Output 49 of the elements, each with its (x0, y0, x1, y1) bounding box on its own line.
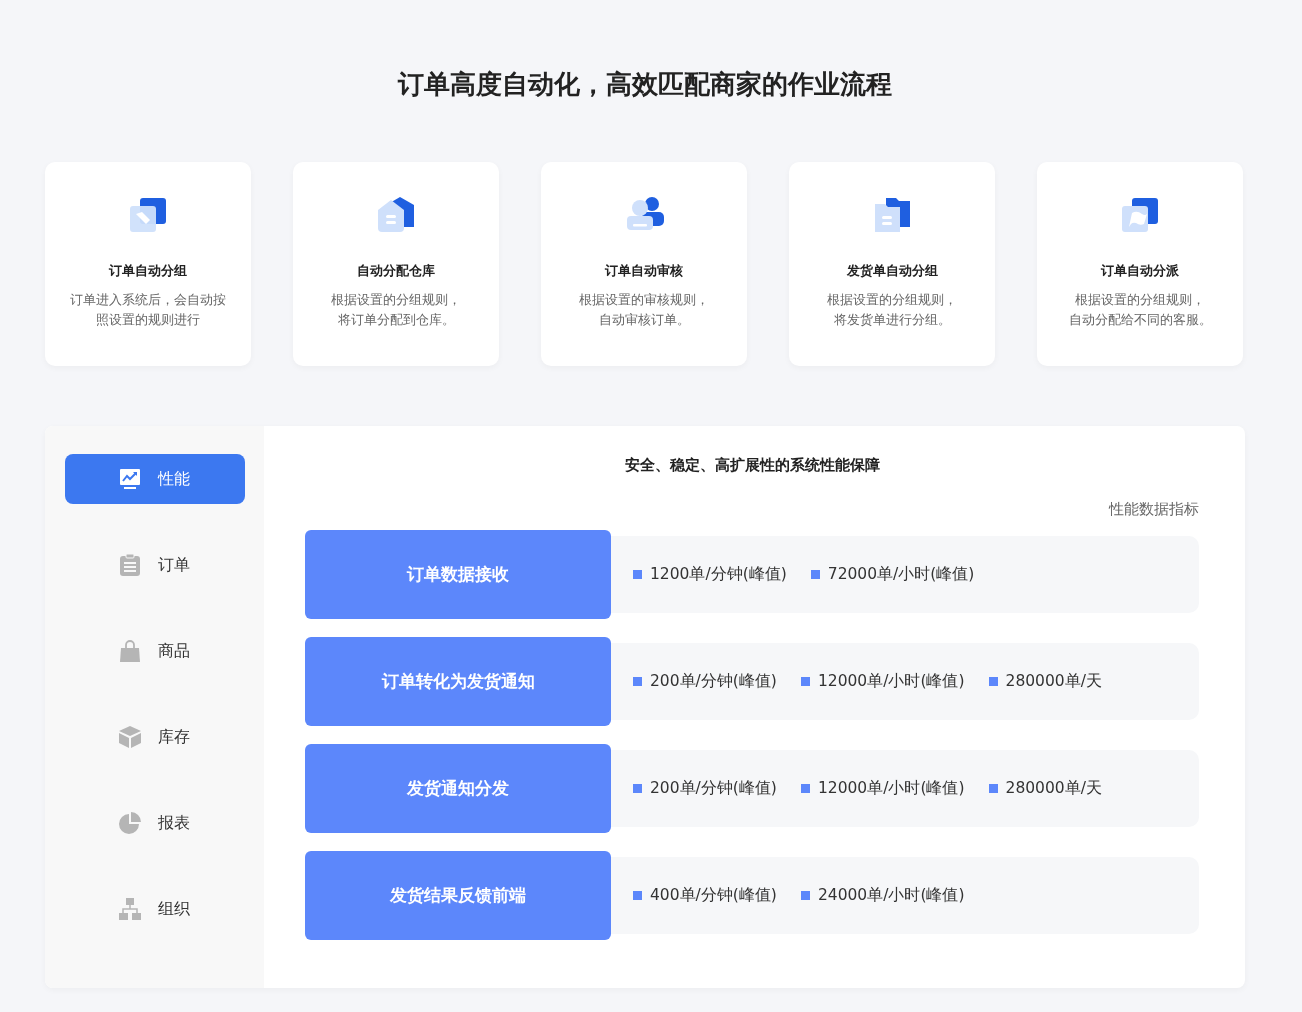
card-title: 订单自动分组 (109, 262, 187, 280)
bullet-icon (988, 677, 998, 686)
metrics-caption: 性能数据指标 (1109, 500, 1199, 520)
card-title: 订单自动分派 (1101, 262, 1179, 280)
shopping-bag-icon (118, 639, 142, 663)
pie-chart-icon (118, 811, 142, 835)
page-title: 订单高度自动化，高效匹配商家的作业流程 (396, 68, 893, 101)
sidebar-tab[interactable]: 报表 (65, 798, 245, 848)
sidebar-tab[interactable]: 库存 (65, 712, 245, 762)
sidebar-tab[interactable]: 订单 (65, 540, 245, 590)
card-description: 订单进入系统后，会自动按 照设置的规则进行 (69, 291, 227, 329)
bullet-icon (800, 891, 810, 900)
card-description: 根据设置的分组规则， 自动分配给不同的客服。 (1067, 291, 1213, 329)
panel-heading: 安全、稳定、高扩展性的系统性能保障 (623, 456, 881, 476)
org-chart-icon (118, 897, 142, 921)
bullet-icon (800, 784, 810, 793)
metric-value: 200单/分钟(峰值) (650, 778, 777, 799)
metric-value: 12000单/小时(峰值) (817, 671, 965, 692)
bullet-icon (633, 677, 642, 686)
bullet-icon (633, 891, 642, 900)
bullet-icon (800, 677, 810, 686)
metric-value: 280000单/天 (1005, 778, 1102, 799)
card-title: 发货单自动分组 (846, 262, 938, 280)
metric-value: 1200单/分钟(峰值) (650, 564, 787, 585)
metric-value: 280000单/天 (1005, 671, 1102, 692)
bullet-icon (633, 570, 642, 579)
metric-value: 24000单/小时(峰值) (817, 885, 965, 906)
metric-value: 72000单/小时(峰值) (827, 564, 975, 585)
chart-monitor-icon (118, 467, 142, 491)
bullet-icon (988, 784, 998, 793)
card-description: 根据设置的分组规则， 将发货单进行分组。 (826, 291, 958, 329)
process-label: 发货通知分发 (305, 744, 611, 833)
bullet-icon (633, 784, 642, 793)
card-description: 根据设置的审核规则， 自动审核订单。 (578, 291, 710, 329)
process-label: 订单转化为发货通知 (305, 637, 611, 726)
process-label: 发货结果反馈前端 (305, 851, 611, 940)
metric-value: 200单/分钟(峰值) (650, 671, 777, 692)
cube-icon (118, 725, 142, 749)
card-description: 根据设置的分组规则， 将订单分配到仓库。 (330, 291, 462, 329)
sidebar-tab[interactable]: 商品 (65, 626, 245, 676)
clipboard-icon (118, 553, 142, 577)
metric-value: 400单/分钟(峰值) (650, 885, 777, 906)
card-title: 订单自动审核 (605, 262, 683, 280)
metric-value: 12000单/小时(峰值) (817, 778, 965, 799)
card-title: 自动分配仓库 (357, 262, 435, 280)
sidebar-tab[interactable]: 组织 (65, 884, 245, 934)
process-label: 订单数据接收 (305, 530, 611, 619)
sidebar-tab[interactable]: 性能 (65, 454, 245, 504)
bullet-icon (810, 570, 820, 579)
